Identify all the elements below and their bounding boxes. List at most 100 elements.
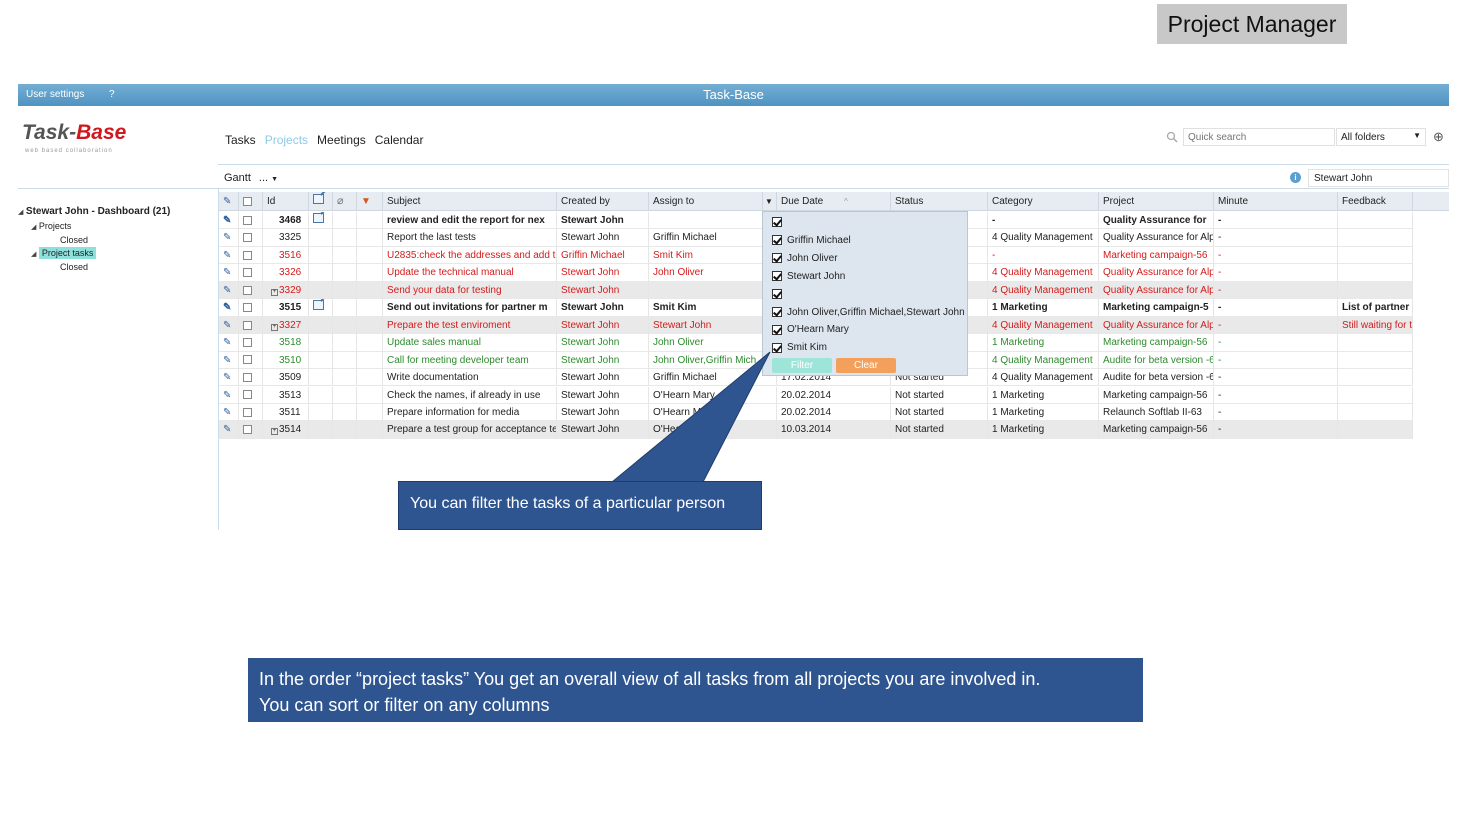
pencil-icon[interactable]: ✎	[223, 232, 231, 243]
cell-subject: Send out invitations for partner m	[383, 299, 557, 317]
nav-tasks[interactable]: Tasks	[225, 133, 256, 147]
row-checkbox[interactable]	[243, 338, 252, 347]
quick-search-input[interactable]	[1183, 128, 1335, 146]
chevron-down-icon: ▼	[271, 176, 279, 183]
empty-cell	[333, 421, 357, 439]
filter-option[interactable]: O'Hearn Mary	[772, 324, 849, 335]
collapse-triangle-icon[interactable]: ◢	[31, 251, 36, 258]
cell-category: -	[988, 246, 1099, 264]
row-checkbox[interactable]	[243, 407, 252, 417]
overview-callout: In the order “project tasks” You get an …	[248, 658, 1143, 722]
row-checkbox[interactable]	[243, 233, 252, 243]
checkbox-checked-icon[interactable]	[772, 217, 782, 227]
row-checkbox[interactable]	[243, 250, 252, 260]
filter-option[interactable]: Smit Kim	[772, 342, 827, 353]
checkbox-checked-icon[interactable]	[772, 342, 782, 353]
tree-item-projects-closed[interactable]: Closed	[60, 235, 88, 245]
checkbox-checked-icon[interactable]	[772, 324, 782, 335]
note-column-header[interactable]	[309, 192, 333, 211]
table-row[interactable]: ✎ 3513 Check the names, if already in use S…	[219, 386, 1413, 404]
attachment-column-header[interactable]: ⌀	[333, 192, 357, 211]
pencil-icon[interactable]: ✎	[223, 250, 231, 261]
expand-icon[interactable]: +	[271, 428, 278, 436]
pencil-icon[interactable]: ✎	[223, 424, 231, 435]
column-header-feedback[interactable]: Feedback	[1338, 192, 1413, 211]
nav-meetings[interactable]: Meetings	[317, 133, 366, 147]
row-checkbox[interactable]	[243, 285, 252, 295]
tree-root[interactable]: ◢ Stewart John - Dashboard (21)	[18, 206, 170, 217]
row-checkbox[interactable]	[243, 320, 252, 330]
pencil-icon[interactable]: ✎	[223, 337, 231, 348]
pencil-icon[interactable]: ✎	[223, 390, 231, 401]
tree-item-projects[interactable]: ◢ Projects	[31, 221, 71, 231]
user-filter-field[interactable]: Stewart John	[1308, 169, 1449, 187]
tree-item-tasks-closed[interactable]: Closed	[60, 262, 88, 272]
flag-column-header[interactable]: ▼	[357, 192, 383, 211]
pencil-icon[interactable]: ✎	[223, 355, 231, 366]
cell-assign: Stewart John	[649, 316, 777, 334]
row-checkbox[interactable]	[243, 355, 252, 365]
filter-option[interactable]: John Oliver	[772, 253, 838, 264]
checkbox-checked-icon[interactable]	[772, 271, 782, 282]
pencil-icon[interactable]: ✎	[223, 285, 231, 296]
pencil-icon[interactable]: ✎	[223, 407, 231, 418]
column-header-status[interactable]: Status	[891, 192, 988, 211]
filter-option[interactable]: Stewart John	[772, 271, 845, 282]
expand-icon[interactable]: +	[271, 323, 278, 331]
cell-project: Quality Assurance for Alp	[1099, 229, 1214, 247]
empty-cell	[333, 369, 357, 387]
checkbox-checked-icon[interactable]	[772, 307, 782, 317]
search-icon[interactable]	[1166, 131, 1178, 143]
pencil-icon[interactable]: ✎	[223, 320, 231, 331]
note-icon[interactable]	[313, 300, 324, 311]
column-header-minute[interactable]: Minute	[1214, 192, 1338, 211]
pencil-icon[interactable]: ✎	[223, 372, 231, 383]
table-row[interactable]: ✎ 3511 Prepare information for media Stewar…	[219, 403, 1413, 422]
cell-created: Stewart John	[557, 264, 649, 282]
assignee-filter-dropdown[interactable]: Griffin Michael John Oliver Stewart John Jo…	[762, 211, 968, 376]
pencil-icon[interactable]: ✎	[223, 215, 231, 226]
checkbox-checked-icon[interactable]	[772, 253, 782, 264]
more-menu-button[interactable]: ... ▼	[259, 172, 278, 184]
row-checkbox[interactable]	[243, 425, 252, 435]
pencil-icon[interactable]: ✎	[223, 267, 231, 278]
info-icon[interactable]: i	[1290, 172, 1301, 183]
select-all-checkbox[interactable]	[243, 196, 252, 206]
collapse-triangle-icon[interactable]: ◢	[18, 209, 23, 216]
collapse-triangle-icon[interactable]: ◢	[31, 224, 36, 231]
tree-item-project-tasks[interactable]: ◢ Project tasks	[31, 247, 97, 259]
column-header-assign-to[interactable]: Assign to	[649, 192, 763, 211]
row-checkbox[interactable]	[243, 215, 252, 225]
column-header-due-date[interactable]: Due Date ^	[777, 192, 891, 211]
column-header-created-by[interactable]: Created by	[557, 192, 649, 211]
clear-button[interactable]: Clear	[836, 358, 896, 373]
filter-dropdown-toggle[interactable]: ▼	[763, 192, 777, 211]
column-header-project[interactable]: Project	[1099, 192, 1214, 211]
note-icon[interactable]	[313, 213, 324, 223]
checkbox-checked-icon[interactable]	[772, 235, 782, 246]
cell-created: Stewart John	[557, 212, 649, 229]
row-checkbox[interactable]	[243, 268, 252, 278]
filter-option[interactable]	[772, 217, 787, 227]
filter-option[interactable]	[772, 288, 787, 299]
pencil-icon[interactable]: ✎	[223, 302, 231, 313]
add-icon[interactable]: ⊕	[1433, 129, 1444, 145]
filter-option[interactable]: Griffin Michael	[772, 235, 851, 246]
expand-icon[interactable]: +	[271, 288, 278, 296]
folder-select[interactable]: All folders ▼	[1336, 128, 1426, 146]
nav-calendar[interactable]: Calendar	[375, 133, 424, 147]
row-checkbox[interactable]	[243, 390, 252, 400]
cell-created: Stewart John	[557, 403, 649, 421]
filter-button[interactable]: Filter	[772, 358, 832, 373]
row-checkbox[interactable]	[243, 303, 252, 313]
row-checkbox[interactable]	[243, 372, 252, 382]
gantt-button[interactable]: Gantt	[224, 172, 251, 184]
column-header-id[interactable]: Id	[263, 192, 309, 211]
column-header-category[interactable]: Category	[988, 192, 1099, 211]
filter-option[interactable]: John Oliver,Griffin Michael,Stewart John	[772, 307, 965, 318]
task-id: 3518	[279, 337, 302, 349]
nav-projects[interactable]: Projects	[265, 133, 308, 147]
checkbox-checked-icon[interactable]	[772, 288, 782, 299]
table-row[interactable]: ✎ +3514 Prepare a test group for acceptanc…	[219, 421, 1413, 439]
column-header-subject[interactable]: Subject	[383, 192, 557, 211]
